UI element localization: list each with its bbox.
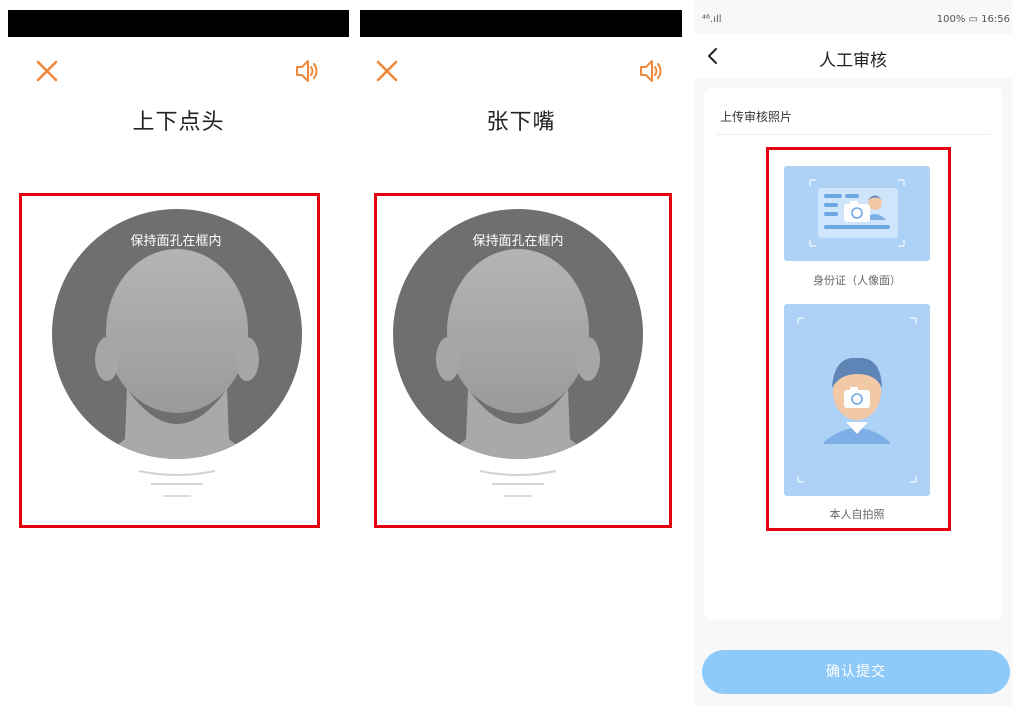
- nav-bar: 人工审核: [694, 34, 1012, 78]
- liveness-panel-mouth: 张下嘴 保持面孔在框内: [360, 0, 682, 706]
- selfie-camera-icon: [797, 317, 917, 483]
- divider: [716, 134, 990, 135]
- face-hint-text: 保持面孔在框内: [130, 234, 222, 249]
- section-label: 上传审核照片: [720, 110, 793, 124]
- signal-indicator: ⁴⁶.ıll: [702, 14, 722, 25]
- confirm-submit-button[interactable]: 确认提交: [702, 650, 1010, 694]
- face-hint-text: 保持面孔在框内: [472, 234, 564, 249]
- speaker-icon[interactable]: [292, 56, 322, 86]
- manual-review-screen: ⁴⁶.ıll 100% ▭ 16:56 人工审核 上传审核照片 身份证（人像面）…: [694, 0, 1012, 706]
- page-title: 人工审核: [819, 51, 887, 71]
- top-black-bar: [360, 10, 682, 37]
- face-frame-illustration: [393, 209, 643, 497]
- status-battery-time: 100% ▭ 16:56: [936, 14, 1010, 25]
- close-icon[interactable]: [34, 58, 60, 84]
- speaker-icon[interactable]: [636, 56, 666, 86]
- id-card-caption: 身份证（人像面）: [813, 274, 901, 287]
- id-card-camera-icon: [809, 179, 905, 247]
- selfie-upload-tile[interactable]: [784, 304, 930, 496]
- liveness-panel-nod: 上下点头 保持面孔在框内: [8, 0, 349, 706]
- liveness-instruction: 上下点头: [132, 110, 225, 135]
- status-bar: ⁴⁶.ıll 100% ▭ 16:56: [694, 0, 1012, 34]
- top-black-bar: [8, 10, 349, 37]
- liveness-instruction: 张下嘴: [486, 110, 556, 135]
- selfie-caption: 本人自拍照: [829, 508, 885, 521]
- close-icon[interactable]: [374, 58, 400, 84]
- face-frame-illustration: [52, 209, 302, 497]
- id-card-upload-tile[interactable]: [784, 166, 930, 261]
